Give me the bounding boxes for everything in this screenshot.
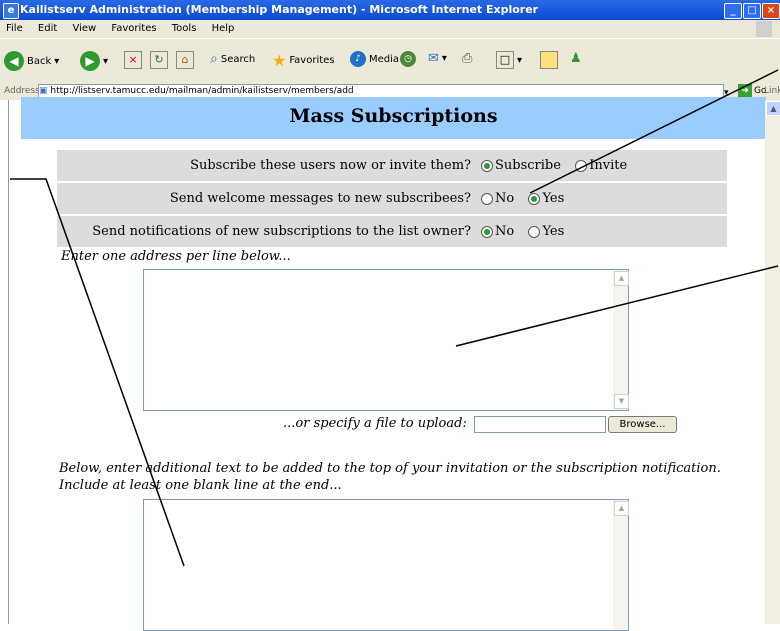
callout-lines xyxy=(10,69,779,567)
callout-line-left xyxy=(10,178,185,567)
callout-line-top-right xyxy=(529,69,779,194)
callout-line-mid-right xyxy=(455,265,779,347)
